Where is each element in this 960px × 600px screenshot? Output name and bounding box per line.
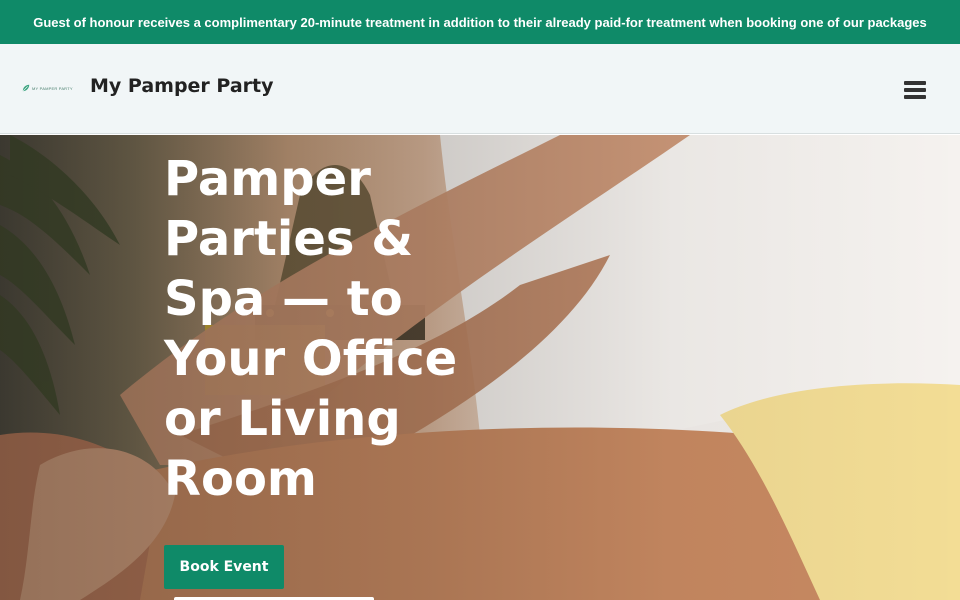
hero-heading-line: Room <box>164 451 317 507</box>
site-header: MY PAMPER PARTY My Pamper Party <box>0 44 960 134</box>
hero-heading-line: Your Office <box>164 331 458 387</box>
book-event-button[interactable]: Book Event <box>164 545 284 589</box>
hero-heading-line: Parties & <box>164 211 414 267</box>
hero-heading: Pamper Parties & Spa — to Your Office or… <box>164 149 484 509</box>
announcement-text: Guest of honour receives a complimentary… <box>33 14 927 30</box>
hero-heading-line: Pamper <box>164 151 371 207</box>
hero-heading-line: or Living <box>164 391 401 447</box>
menu-bar <box>904 95 926 99</box>
announcement-bar: Guest of honour receives a complimentary… <box>0 0 960 44</box>
hero-section: Pamper Parties & Spa — to Your Office or… <box>0 135 960 600</box>
menu-bar <box>904 88 926 92</box>
hero-heading-line: Spa — to <box>164 271 403 327</box>
site-logo[interactable]: MY PAMPER PARTY <box>22 82 74 94</box>
menu-bar <box>904 81 926 85</box>
leaf-logo-icon <box>22 84 30 92</box>
logo-wordmark: MY PAMPER PARTY <box>32 85 73 91</box>
hamburger-menu-icon[interactable] <box>902 79 928 101</box>
site-title[interactable]: My Pamper Party <box>90 75 274 97</box>
